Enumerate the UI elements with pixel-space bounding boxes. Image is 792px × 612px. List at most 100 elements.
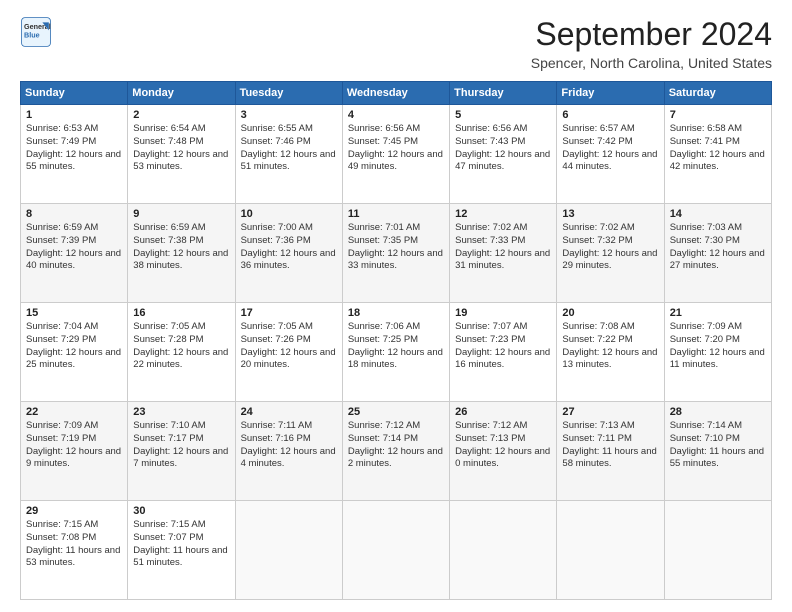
day-number: 1 (26, 109, 122, 121)
day-info: Sunrise: 7:01 AMSunset: 7:35 PMDaylight:… (348, 222, 443, 271)
header-monday: Monday (128, 82, 235, 105)
day-number: 9 (133, 208, 229, 220)
day-info: Sunrise: 7:07 AMSunset: 7:23 PMDaylight:… (455, 321, 550, 370)
day-cell: 4 Sunrise: 6:56 AMSunset: 7:45 PMDayligh… (342, 105, 449, 204)
day-number: 13 (562, 208, 658, 220)
calendar: Sunday Monday Tuesday Wednesday Thursday… (20, 81, 772, 600)
day-number: 4 (348, 109, 444, 121)
day-number: 24 (241, 406, 337, 418)
day-number: 2 (133, 109, 229, 121)
day-cell: 10 Sunrise: 7:00 AMSunset: 7:36 PMDaylig… (235, 204, 342, 303)
day-info: Sunrise: 7:05 AMSunset: 7:26 PMDaylight:… (241, 321, 336, 370)
day-cell: 12 Sunrise: 7:02 AMSunset: 7:33 PMDaylig… (450, 204, 557, 303)
subtitle: Spencer, North Carolina, United States (531, 55, 772, 71)
day-cell: 25 Sunrise: 7:12 AMSunset: 7:14 PMDaylig… (342, 402, 449, 501)
day-info: Sunrise: 6:56 AMSunset: 7:43 PMDaylight:… (455, 123, 550, 172)
day-cell: 27 Sunrise: 7:13 AMSunset: 7:11 PMDaylig… (557, 402, 664, 501)
day-cell: 8 Sunrise: 6:59 AMSunset: 7:39 PMDayligh… (21, 204, 128, 303)
day-cell: 18 Sunrise: 7:06 AMSunset: 7:25 PMDaylig… (342, 303, 449, 402)
day-info: Sunrise: 7:11 AMSunset: 7:16 PMDaylight:… (241, 420, 336, 469)
day-number: 30 (133, 505, 229, 517)
day-number: 3 (241, 109, 337, 121)
calendar-body: 1 Sunrise: 6:53 AMSunset: 7:49 PMDayligh… (21, 105, 772, 600)
day-info: Sunrise: 7:15 AMSunset: 7:07 PMDaylight:… (133, 519, 227, 568)
week-row-1: 1 Sunrise: 6:53 AMSunset: 7:49 PMDayligh… (21, 105, 772, 204)
day-number: 15 (26, 307, 122, 319)
day-cell: 7 Sunrise: 6:58 AMSunset: 7:41 PMDayligh… (664, 105, 771, 204)
day-info: Sunrise: 7:04 AMSunset: 7:29 PMDaylight:… (26, 321, 121, 370)
week-row-5: 29 Sunrise: 7:15 AMSunset: 7:08 PMDaylig… (21, 501, 772, 600)
day-info: Sunrise: 7:00 AMSunset: 7:36 PMDaylight:… (241, 222, 336, 271)
day-number: 27 (562, 406, 658, 418)
day-info: Sunrise: 7:13 AMSunset: 7:11 PMDaylight:… (562, 420, 656, 469)
day-cell: 26 Sunrise: 7:12 AMSunset: 7:13 PMDaylig… (450, 402, 557, 501)
day-info: Sunrise: 6:55 AMSunset: 7:46 PMDaylight:… (241, 123, 336, 172)
day-number: 26 (455, 406, 551, 418)
day-info: Sunrise: 6:56 AMSunset: 7:45 PMDaylight:… (348, 123, 443, 172)
day-cell (342, 501, 449, 600)
day-number: 18 (348, 307, 444, 319)
day-cell (450, 501, 557, 600)
week-row-3: 15 Sunrise: 7:04 AMSunset: 7:29 PMDaylig… (21, 303, 772, 402)
header-friday: Friday (557, 82, 664, 105)
day-info: Sunrise: 7:15 AMSunset: 7:08 PMDaylight:… (26, 519, 120, 568)
header: General Blue September 2024 Spencer, Nor… (20, 16, 772, 71)
main-title: September 2024 (531, 16, 772, 53)
day-number: 11 (348, 208, 444, 220)
day-info: Sunrise: 6:59 AMSunset: 7:39 PMDaylight:… (26, 222, 121, 271)
day-cell: 19 Sunrise: 7:07 AMSunset: 7:23 PMDaylig… (450, 303, 557, 402)
day-cell: 6 Sunrise: 6:57 AMSunset: 7:42 PMDayligh… (557, 105, 664, 204)
day-info: Sunrise: 7:10 AMSunset: 7:17 PMDaylight:… (133, 420, 228, 469)
day-number: 5 (455, 109, 551, 121)
day-info: Sunrise: 7:09 AMSunset: 7:19 PMDaylight:… (26, 420, 121, 469)
day-number: 16 (133, 307, 229, 319)
day-number: 25 (348, 406, 444, 418)
svg-text:Blue: Blue (24, 31, 40, 40)
day-cell (664, 501, 771, 600)
day-info: Sunrise: 7:12 AMSunset: 7:14 PMDaylight:… (348, 420, 443, 469)
day-info: Sunrise: 7:03 AMSunset: 7:30 PMDaylight:… (670, 222, 765, 271)
day-cell: 9 Sunrise: 6:59 AMSunset: 7:38 PMDayligh… (128, 204, 235, 303)
day-info: Sunrise: 6:58 AMSunset: 7:41 PMDaylight:… (670, 123, 765, 172)
day-cell: 21 Sunrise: 7:09 AMSunset: 7:20 PMDaylig… (664, 303, 771, 402)
header-saturday: Saturday (664, 82, 771, 105)
weekday-header-row: Sunday Monday Tuesday Wednesday Thursday… (21, 82, 772, 105)
day-number: 19 (455, 307, 551, 319)
day-cell: 13 Sunrise: 7:02 AMSunset: 7:32 PMDaylig… (557, 204, 664, 303)
day-info: Sunrise: 6:53 AMSunset: 7:49 PMDaylight:… (26, 123, 121, 172)
day-info: Sunrise: 6:57 AMSunset: 7:42 PMDaylight:… (562, 123, 657, 172)
day-number: 6 (562, 109, 658, 121)
day-number: 10 (241, 208, 337, 220)
day-number: 22 (26, 406, 122, 418)
day-cell: 15 Sunrise: 7:04 AMSunset: 7:29 PMDaylig… (21, 303, 128, 402)
header-sunday: Sunday (21, 82, 128, 105)
day-cell: 20 Sunrise: 7:08 AMSunset: 7:22 PMDaylig… (557, 303, 664, 402)
day-number: 23 (133, 406, 229, 418)
day-info: Sunrise: 7:08 AMSunset: 7:22 PMDaylight:… (562, 321, 657, 370)
calendar-header: Sunday Monday Tuesday Wednesday Thursday… (21, 82, 772, 105)
day-number: 29 (26, 505, 122, 517)
header-wednesday: Wednesday (342, 82, 449, 105)
day-info: Sunrise: 7:09 AMSunset: 7:20 PMDaylight:… (670, 321, 765, 370)
day-number: 12 (455, 208, 551, 220)
day-info: Sunrise: 6:59 AMSunset: 7:38 PMDaylight:… (133, 222, 228, 271)
day-cell: 1 Sunrise: 6:53 AMSunset: 7:49 PMDayligh… (21, 105, 128, 204)
day-cell: 16 Sunrise: 7:05 AMSunset: 7:28 PMDaylig… (128, 303, 235, 402)
logo-icon: General Blue (20, 16, 52, 48)
day-number: 21 (670, 307, 766, 319)
day-cell: 28 Sunrise: 7:14 AMSunset: 7:10 PMDaylig… (664, 402, 771, 501)
day-number: 8 (26, 208, 122, 220)
day-info: Sunrise: 7:14 AMSunset: 7:10 PMDaylight:… (670, 420, 764, 469)
logo: General Blue (20, 16, 52, 48)
day-cell (557, 501, 664, 600)
day-number: 14 (670, 208, 766, 220)
day-number: 28 (670, 406, 766, 418)
week-row-4: 22 Sunrise: 7:09 AMSunset: 7:19 PMDaylig… (21, 402, 772, 501)
day-cell: 14 Sunrise: 7:03 AMSunset: 7:30 PMDaylig… (664, 204, 771, 303)
day-number: 20 (562, 307, 658, 319)
day-cell: 2 Sunrise: 6:54 AMSunset: 7:48 PMDayligh… (128, 105, 235, 204)
day-cell: 11 Sunrise: 7:01 AMSunset: 7:35 PMDaylig… (342, 204, 449, 303)
day-number: 7 (670, 109, 766, 121)
day-cell: 29 Sunrise: 7:15 AMSunset: 7:08 PMDaylig… (21, 501, 128, 600)
day-cell: 24 Sunrise: 7:11 AMSunset: 7:16 PMDaylig… (235, 402, 342, 501)
